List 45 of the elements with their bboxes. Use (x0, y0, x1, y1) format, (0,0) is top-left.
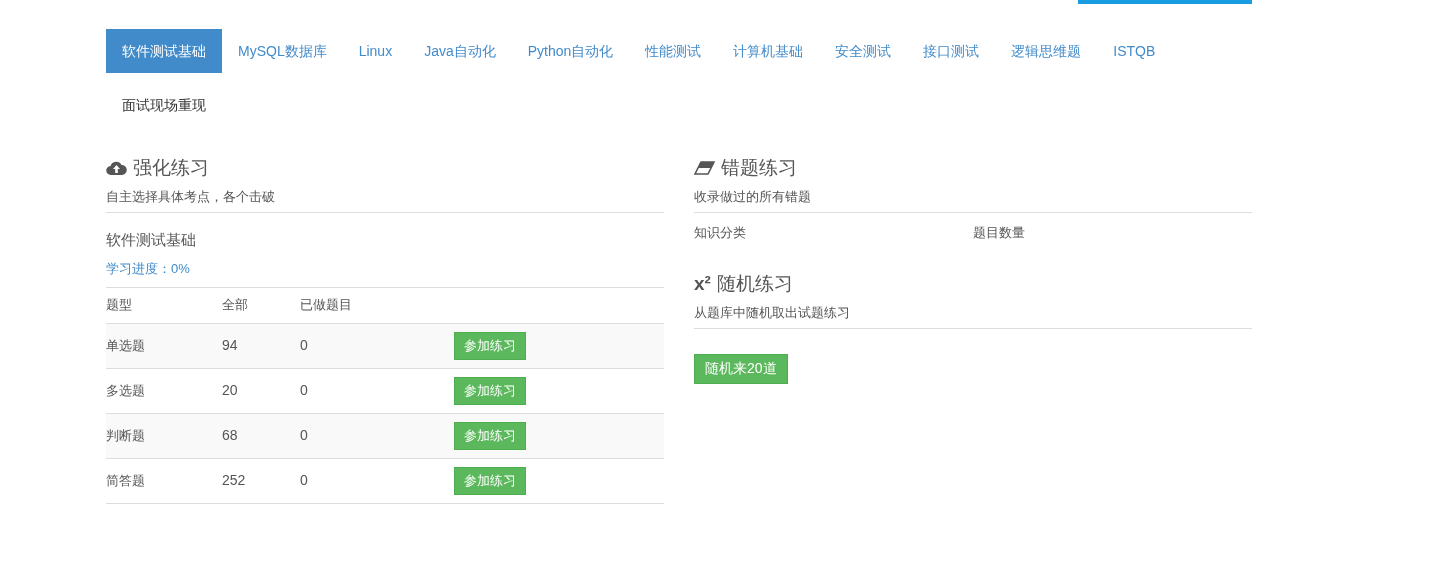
table-cell-text: 252 (222, 471, 247, 490)
subject-title: 软件测试基础 (106, 229, 197, 250)
join-practice-button[interactable]: 参加练习 (454, 421, 526, 450)
category-tab[interactable]: Python自动化 (511, 29, 630, 73)
table-cell-text: 简答题 (106, 471, 146, 490)
column-header: 题目数量 (973, 223, 1026, 242)
table-cell-text: 0 (300, 471, 309, 490)
random-practice-button[interactable]: 随机来20道 (694, 353, 788, 384)
progress-text: 学习进度：0% (106, 260, 191, 278)
superscript-icon: x² (694, 269, 711, 299)
table-cell-text: 20 (222, 381, 239, 400)
table-cell-text: 94 (222, 336, 239, 355)
table-cell-text: 0 (300, 426, 309, 445)
table-cell-text: 单选题 (106, 336, 146, 355)
table-cell-text: 0 (300, 381, 309, 400)
category-tab[interactable]: 安全测试 (819, 29, 908, 73)
category-tab[interactable]: 面试现场重现 (106, 83, 222, 127)
table-cell-text: 68 (222, 426, 239, 445)
eraser-icon (694, 161, 715, 175)
join-practice-button[interactable]: 参加练习 (454, 331, 526, 360)
category-tab[interactable]: 性能测试 (629, 29, 718, 73)
column-header: 知识分类 (694, 223, 747, 242)
category-tab[interactable]: 软件测试基础 (106, 29, 222, 73)
section-title: 随机练习 (716, 271, 793, 296)
table-cell-text: 0 (300, 336, 309, 355)
cloud-upload-icon (106, 160, 127, 176)
category-tab[interactable]: ISTQB (1097, 29, 1172, 73)
section-title: 强化练习 (133, 155, 209, 180)
column-header: 题型 (106, 296, 133, 315)
category-tab[interactable]: MySQL数据库 (222, 29, 343, 73)
category-tab[interactable]: 逻辑思维题 (995, 29, 1098, 73)
table-cell-text: 判断题 (106, 426, 146, 445)
section-title: 错题练习 (721, 155, 797, 180)
category-tab[interactable]: 计算机基础 (717, 29, 820, 73)
join-practice-button[interactable]: 参加练习 (454, 376, 526, 405)
category-tab[interactable]: Java自动化 (408, 29, 512, 73)
category-tab[interactable]: Linux (342, 29, 409, 73)
category-tab[interactable]: 接口测试 (907, 29, 996, 73)
section-subtitle: 从题库中随机取出试题练习 (694, 303, 1252, 329)
column-header: 全部 (222, 296, 249, 315)
column-header: 已做题目 (300, 296, 353, 315)
section-subtitle: 自主选择具体考点，各个击破 (106, 187, 664, 213)
section-subtitle: 收录做过的所有错题 (694, 187, 1252, 213)
table-cell-text: 多选题 (106, 381, 146, 400)
join-practice-button[interactable]: 参加练习 (454, 466, 526, 495)
